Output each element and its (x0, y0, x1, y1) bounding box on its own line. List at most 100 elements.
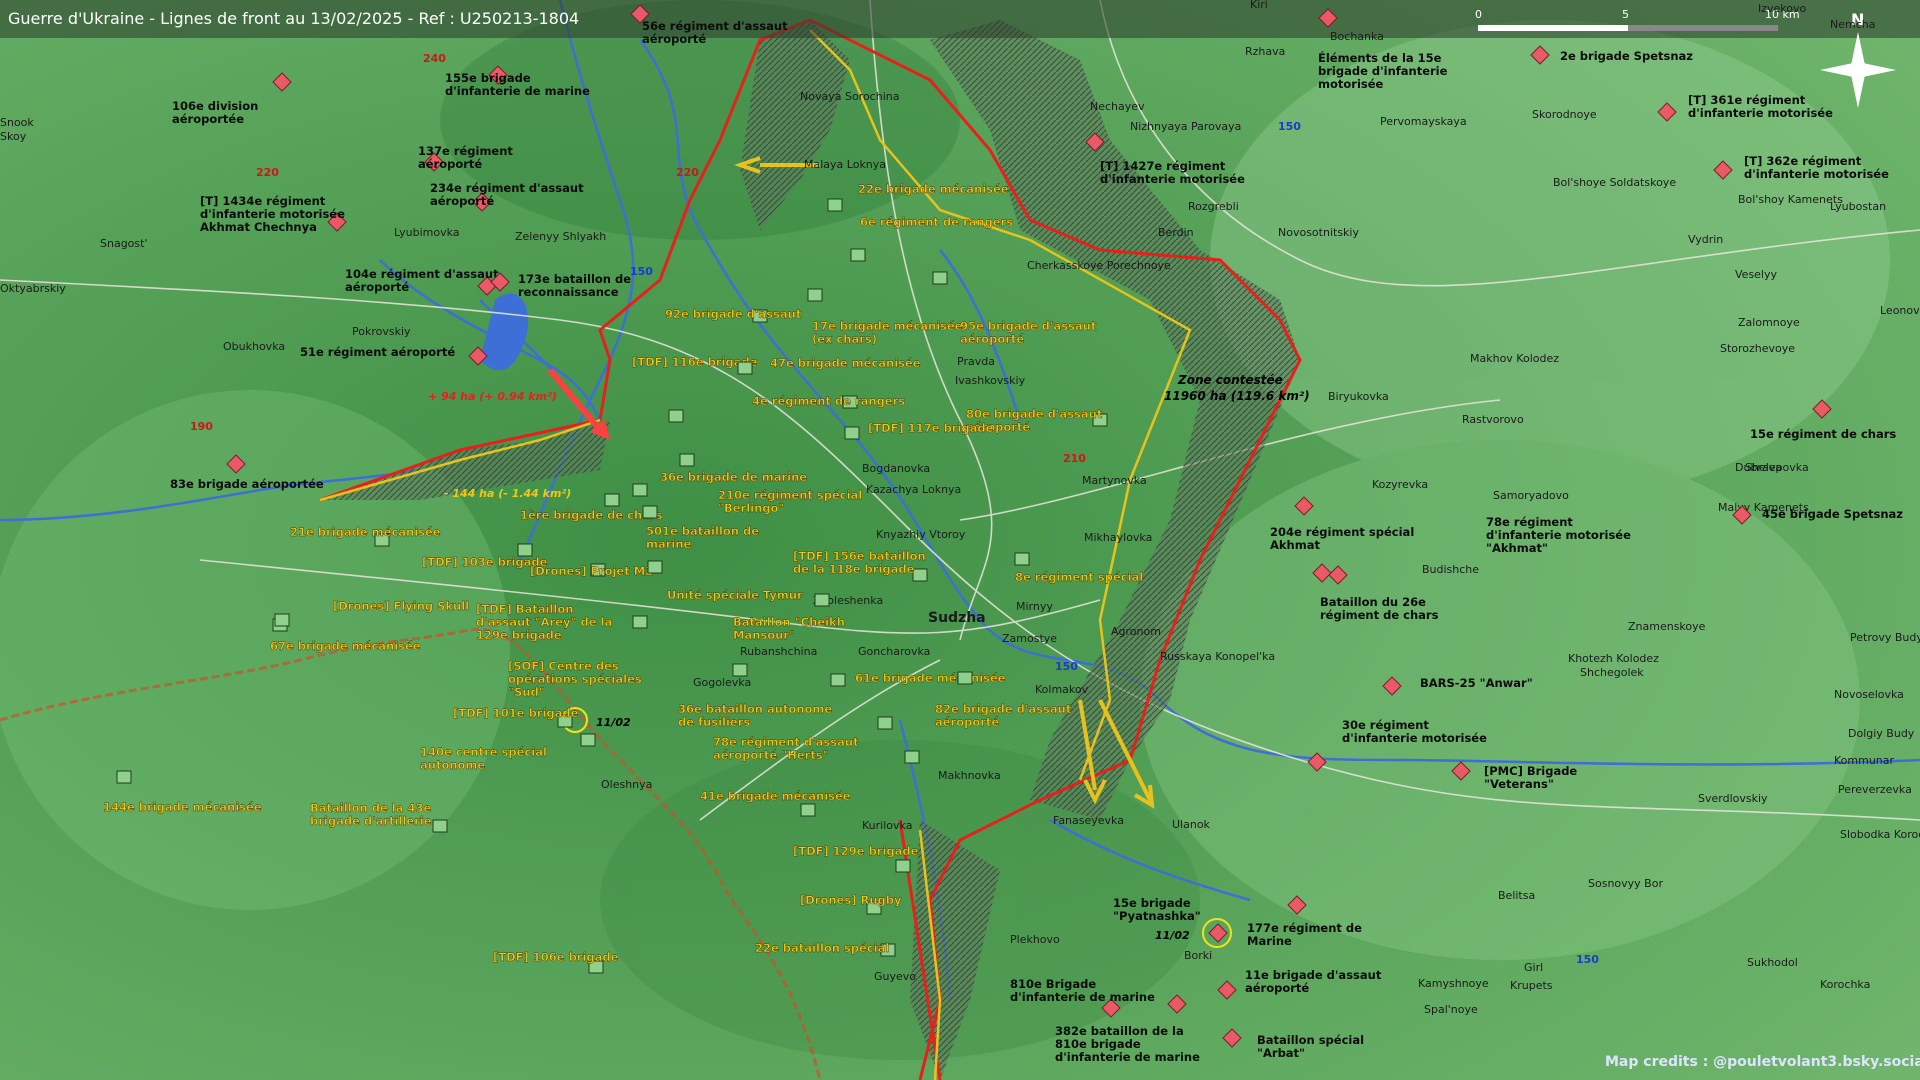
place-label: Agronom (1111, 625, 1161, 638)
place-label: Petrovy Budy (1850, 631, 1920, 644)
ua-unit-symbol (912, 568, 928, 582)
place-label: Russkaya Konopel'ka (1160, 650, 1275, 663)
unit-label: 61e brigade mécanisée (855, 671, 1006, 685)
unit-label: 129e brigade (476, 628, 562, 642)
ua-unit-symbol (814, 593, 830, 607)
place-label: Spal'noye (1424, 1003, 1478, 1016)
unit-label: 56e régiment d'assaut (642, 19, 788, 33)
svg-text:150: 150 (630, 265, 653, 278)
unit-label: "Pyatnashka" (1113, 909, 1201, 923)
svg-text:+ 94 ha (+ 0.94 km²): + 94 ha (+ 0.94 km²) (428, 390, 557, 403)
unit-label: 106e division (172, 99, 258, 113)
place-label: Kommunar (1834, 754, 1895, 767)
place-label: Mikhaylovka (1084, 531, 1152, 544)
place-label: Novosotnitskiy (1278, 226, 1359, 239)
place-label: Kozyrevka (1372, 478, 1428, 491)
place-label: Rozgrebli (1188, 200, 1239, 213)
place-label: Martynovka (1082, 474, 1147, 487)
svg-text:0: 0 (1475, 8, 1482, 21)
unit-label: 22e bataillon spécial (755, 941, 889, 955)
ua-unit-marker[interactable]: Bataillon de la 43ebrigade d'artillerie (310, 801, 448, 833)
unit-label: 41e brigade mécanisée (700, 789, 851, 803)
place-label: Znamenskoye (1628, 620, 1706, 633)
unit-label: Unité spéciale Tymur (667, 588, 803, 602)
place-label: Oktyabrskiy (0, 282, 66, 295)
svg-text:150: 150 (1576, 953, 1599, 966)
place-label: Shchegolek (1580, 666, 1644, 679)
unit-label: aéroporté (418, 157, 482, 171)
place-label: Biryukovka (1328, 390, 1389, 403)
unit-label: 501e bataillon de (646, 524, 759, 538)
svg-text:240: 240 (423, 52, 446, 65)
place-label: Ulanok (1172, 818, 1211, 831)
unit-label: brigade d'infanterie (1318, 64, 1448, 78)
place-label: Ivashkovskiy (955, 374, 1026, 387)
unit-label: aéroporté (345, 280, 409, 294)
svg-text:11/02: 11/02 (596, 716, 631, 729)
unit-label: d'infanterie motorisée (1100, 172, 1245, 186)
ua-unit-symbol (274, 613, 290, 627)
unit-label: Marine (1247, 934, 1292, 948)
place-label: Kolmakov (1035, 683, 1089, 696)
place-label: Slobodka Korochka (1840, 828, 1920, 841)
unit-label: 36e bataillon autonome (678, 702, 832, 716)
unit-label: Akhmat (1270, 538, 1320, 552)
ua-unit-symbol (116, 770, 132, 784)
unit-label: aéroportée (172, 112, 244, 126)
map-canvas[interactable]: Guerre d'Ukraine - Lignes de front au 13… (0, 0, 1920, 1080)
ua-unit-marker[interactable]: 92e brigade d'assaut (665, 307, 802, 323)
unit-label: 82e brigade d'assaut (935, 702, 1072, 716)
unit-label: Bataillon "Cheikh (733, 615, 845, 629)
unit-label: motorisée (1318, 77, 1384, 91)
place-label: Skorodnoye (1532, 108, 1597, 121)
ua-unit-marker[interactable]: [Drones] Projet M2 (530, 563, 653, 578)
ua-unit-marker[interactable]: 4e régiment de rangers (752, 394, 905, 409)
ua-unit-symbol (904, 750, 920, 764)
unit-label: 47e brigade mécanisée (770, 356, 921, 370)
unit-label: 92e brigade d'assaut (665, 307, 802, 321)
place-label: Kamyshnoye (1418, 977, 1489, 990)
unit-label: 140e centre spécial (420, 745, 547, 759)
unit-label: 21e brigade mécanisée (290, 525, 441, 539)
place-label: Borki (1184, 949, 1212, 962)
unit-label: 83e brigade aéroportée (170, 477, 324, 491)
place-label: Snook (0, 116, 34, 129)
unit-label: "Arbat" (1257, 1046, 1305, 1060)
unit-label: 210e régiment spécial (718, 488, 862, 502)
place-label: Leonov (1880, 304, 1920, 317)
place-label: Makhov Kolodez (1470, 352, 1559, 365)
place-label: Malaya Loknya (804, 158, 886, 171)
ua-unit-symbol (800, 803, 816, 817)
ua-unit-symbol (632, 483, 648, 497)
unit-label: [PMC] Brigade (1484, 764, 1577, 778)
ua-unit-marker[interactable]: 22e bataillon spécial (755, 941, 896, 957)
unit-label: Bataillon du 26e (1320, 595, 1426, 609)
place-label: Bochanka (1330, 30, 1384, 43)
unit-label: aéroporté (642, 32, 706, 46)
unit-label: 45e brigade Spetsnaz (1762, 507, 1903, 521)
place-label: Skoy (0, 130, 27, 143)
place-label: Nechayev (1090, 100, 1145, 113)
unit-label: 2e brigade Spetsnaz (1560, 49, 1693, 63)
unit-label: 15e brigade (1113, 896, 1191, 910)
place-label: Obukhovka (223, 340, 285, 353)
unit-label: (ex chars) (812, 332, 877, 346)
unit-label: Mansour" (733, 628, 795, 642)
place-label: Krupets (1510, 979, 1553, 992)
place-label: Khotezh Kolodez (1568, 652, 1659, 665)
unit-label: [T] 362e régiment (1744, 154, 1862, 168)
unit-label: régiment de chars (1320, 608, 1439, 622)
svg-text:220: 220 (256, 166, 279, 179)
svg-text:- 144 ha (- 1.44 km²): - 144 ha (- 1.44 km²) (444, 487, 571, 500)
ua-unit-symbol (830, 673, 846, 687)
place-label: Nizhnyaya Parovaya (1130, 120, 1241, 133)
unit-label: brigade d'artillerie (310, 814, 432, 828)
unit-label: 95e brigade d'assaut (960, 319, 1097, 333)
ua-unit-symbol (632, 615, 648, 629)
place-label: Sukhodol (1747, 956, 1798, 969)
ua-unit-marker[interactable]: 61e brigade mécanisée (830, 671, 1006, 687)
place-label: Knyazhiy Vtoroy (876, 528, 966, 541)
unit-label: de la 118e brigade (793, 562, 915, 576)
place-label: Girl (1524, 961, 1543, 974)
ua-unit-symbol (957, 671, 973, 685)
